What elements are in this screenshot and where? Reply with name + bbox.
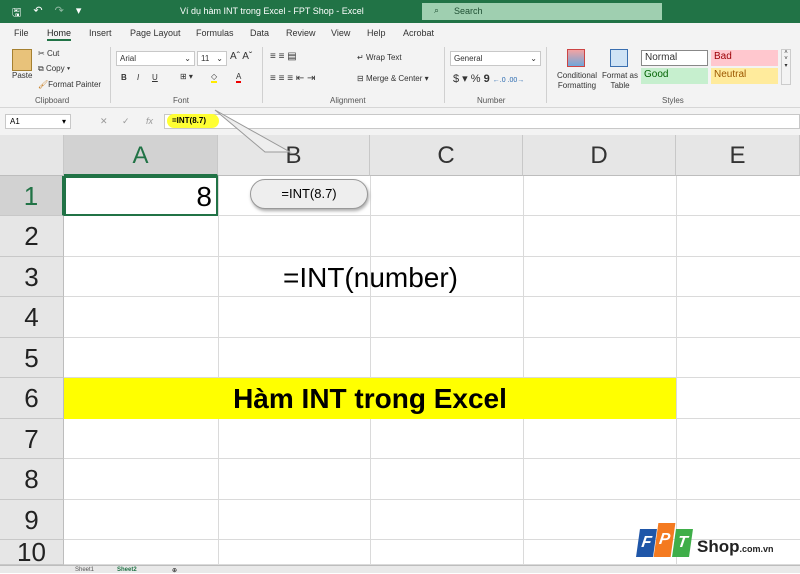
row-header-4[interactable]: 4 <box>0 297 64 338</box>
conditional-formatting-button[interactable]: Conditional Formatting <box>552 71 602 91</box>
font-name-select[interactable]: Arial ⌄ <box>116 51 195 66</box>
tab-insert[interactable]: Insert <box>89 28 112 38</box>
cell-a6-title[interactable]: Hàm INT trong Excel <box>64 378 676 419</box>
font-color-icon[interactable]: A <box>236 72 242 83</box>
paste-button[interactable]: Paste <box>12 71 32 80</box>
tab-file[interactable]: File <box>14 28 29 38</box>
gridline <box>64 458 800 459</box>
sheet-tabs-bar: Sheet1 Sheet2 ⊕ <box>0 565 800 574</box>
tab-view[interactable]: View <box>331 28 350 38</box>
ribbon: Paste ✂ Cut ⧉ Copy ▾ 🖌Format Painter Cli… <box>0 43 800 108</box>
style-normal[interactable]: Normal <box>641 50 708 66</box>
tab-home[interactable]: Home <box>47 28 72 41</box>
column-header-e[interactable]: E <box>676 135 800 176</box>
conditional-formatting-icon <box>567 49 585 67</box>
clipboard-group-label: Clipboard <box>35 96 70 105</box>
borders-icon[interactable]: ⊞ ▾ <box>180 72 193 81</box>
customize-icon[interactable]: ▾ <box>76 4 82 23</box>
brush-icon: 🖌 <box>38 80 49 89</box>
align-top-middle-bottom-icons[interactable]: ≡ ≡ ▤ <box>270 51 297 62</box>
copy-button[interactable]: ⧉ Copy ▾ <box>38 64 70 74</box>
bold-button[interactable]: B <box>121 73 127 82</box>
tab-page-layout[interactable]: Page Layout <box>130 28 181 38</box>
save-icon[interactable]: 🖫 <box>12 4 21 23</box>
search-box[interactable]: ⌕ Search <box>422 3 662 20</box>
row-header-2[interactable]: 2 <box>0 216 64 257</box>
tab-review[interactable]: Review <box>286 28 316 38</box>
row-header-10[interactable]: 10 <box>0 539 64 565</box>
row-header-6[interactable]: 6 <box>0 378 64 419</box>
paste-icon <box>12 49 32 71</box>
undo-icon[interactable]: ↶ <box>33 4 42 23</box>
font-group-label: Font <box>173 96 190 105</box>
font-size-select[interactable]: 11 ⌄ <box>197 51 227 66</box>
format-painter-button[interactable]: 🖌Format Painter <box>38 80 101 89</box>
row-header-8[interactable]: 8 <box>0 459 64 500</box>
menu-bar: File Home Insert Page Layout Formulas Da… <box>0 23 800 43</box>
copy-icon: ⧉ <box>38 64 46 73</box>
alignment-group-label: Alignment <box>330 96 366 105</box>
wrap-text-button[interactable]: ↵ Wrap Text <box>357 53 402 62</box>
number-group-label: Number <box>477 96 506 105</box>
column-header-d[interactable]: D <box>523 135 676 176</box>
styles-group-label: Styles <box>662 96 684 105</box>
decimal-icons: ←.0 .00→ <box>492 77 525 84</box>
font-size-grow-shrink[interactable]: Aˆ Aˇ <box>230 51 252 62</box>
style-bad[interactable]: Bad <box>711 50 778 66</box>
sheet-tab-sheet1[interactable]: Sheet1 <box>75 567 94 573</box>
title-bar: 🖫 ↶ ↷ ▾ Ví dụ hàm INT trong Excel - FPT Sho… <box>0 0 800 23</box>
fill-color-icon[interactable]: ◇ <box>211 72 218 83</box>
tab-help[interactable]: Help <box>367 28 386 38</box>
scissors-icon: ✂ <box>38 49 47 58</box>
number-buttons[interactable]: $ ▾ % 9 ←.0 .00→ <box>453 72 524 85</box>
wrap-icon: ↵ <box>357 53 364 62</box>
format-as-table-button[interactable]: Format as Table <box>601 71 639 91</box>
gridline <box>64 337 800 338</box>
italic-button[interactable]: I <box>137 73 139 82</box>
format-as-table-icon <box>610 49 628 67</box>
tab-formulas[interactable]: Formulas <box>196 28 234 38</box>
spreadsheet-grid: A B C D E 1 2 3 4 5 6 7 8 9 10 Hàm INT trong Exce… <box>0 109 800 565</box>
align-left-center-right-icons[interactable]: ≡ ≡ ≡ ⇤ ⇥ <box>270 73 315 84</box>
row-header-5[interactable]: 5 <box>0 338 64 378</box>
style-good[interactable]: Good <box>641 68 708 84</box>
fpt-shop-logo: F P T Shop.com.vn <box>636 523 774 557</box>
gridline <box>64 499 800 500</box>
cell-b3[interactable]: =INT(number) <box>218 257 523 298</box>
formula-callout: =INT(8.7) <box>250 179 368 209</box>
merge-icon: ⊟ <box>357 74 364 83</box>
cut-button[interactable]: ✂ Cut <box>38 49 59 58</box>
tab-data[interactable]: Data <box>250 28 269 38</box>
row-header-7[interactable]: 7 <box>0 419 64 459</box>
styles-scroll[interactable]: ˄ ˅ ▾ <box>781 49 791 85</box>
tab-acrobat[interactable]: Acrobat <box>403 28 434 38</box>
row-header-3[interactable]: 3 <box>0 257 64 297</box>
search-icon: ⌕ <box>434 5 440 15</box>
redo-icon[interactable]: ↷ <box>55 4 64 23</box>
row-header-9[interactable]: 9 <box>0 500 64 540</box>
window-title: Ví dụ hàm INT trong Excel - FPT Shop - E… <box>180 6 364 16</box>
search-placeholder: Search <box>454 6 483 16</box>
number-format-select[interactable]: General ⌄ <box>450 51 541 66</box>
merge-center-button[interactable]: ⊟ Merge & Center ▾ <box>357 74 429 83</box>
underline-button[interactable]: U <box>152 73 158 82</box>
style-neutral[interactable]: Neutral <box>711 68 778 84</box>
sheet-tab-sheet2[interactable]: Sheet2 <box>117 567 137 573</box>
